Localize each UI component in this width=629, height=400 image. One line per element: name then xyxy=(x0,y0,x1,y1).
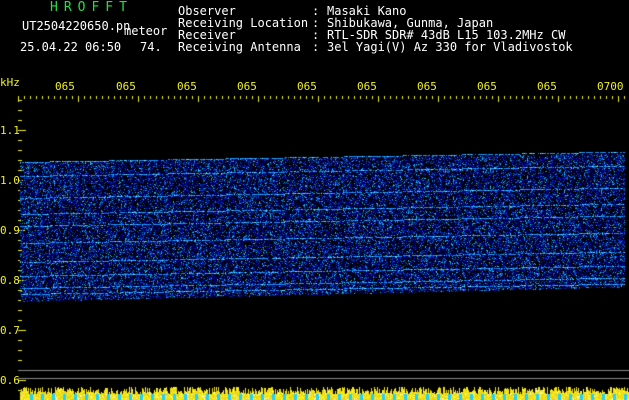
antenna-label: Receiving Antenna xyxy=(178,40,301,54)
y-tick: 0.8 xyxy=(0,274,20,287)
antenna-colon: : xyxy=(312,40,320,54)
x-tick: 065 xyxy=(537,80,557,93)
antenna-value: 3el Yagi(V) Az 330 for Vladivostok xyxy=(327,40,573,54)
datetime-label: 25.04.22 06:50 xyxy=(20,40,122,54)
x-tick: 065 xyxy=(477,80,497,93)
x-tick: 065 xyxy=(55,80,75,93)
x-tick: 065 xyxy=(237,80,257,93)
hrofft-title: HROFFT xyxy=(50,0,133,15)
filename-label: UT2504220650.pn xyxy=(22,19,131,33)
y-tick: 0.6 xyxy=(0,374,20,387)
x-tick: 065 xyxy=(177,80,197,93)
mode-label: meteor xyxy=(124,24,168,38)
count-label: 74. xyxy=(140,40,162,54)
y-axis-unit: kHz xyxy=(0,76,20,89)
y-tick: 0.9 xyxy=(0,224,20,237)
y-tick: 0.7 xyxy=(0,324,20,337)
x-tick: 0700 xyxy=(597,80,624,93)
x-tick: 065 xyxy=(297,80,317,93)
x-tick: 065 xyxy=(357,80,377,93)
x-tick: 065 xyxy=(417,80,437,93)
y-tick: 1.1 xyxy=(0,124,20,137)
y-tick: 1.0 xyxy=(0,174,20,187)
spectrogram-canvas xyxy=(0,0,629,400)
x-tick: 065 xyxy=(116,80,136,93)
